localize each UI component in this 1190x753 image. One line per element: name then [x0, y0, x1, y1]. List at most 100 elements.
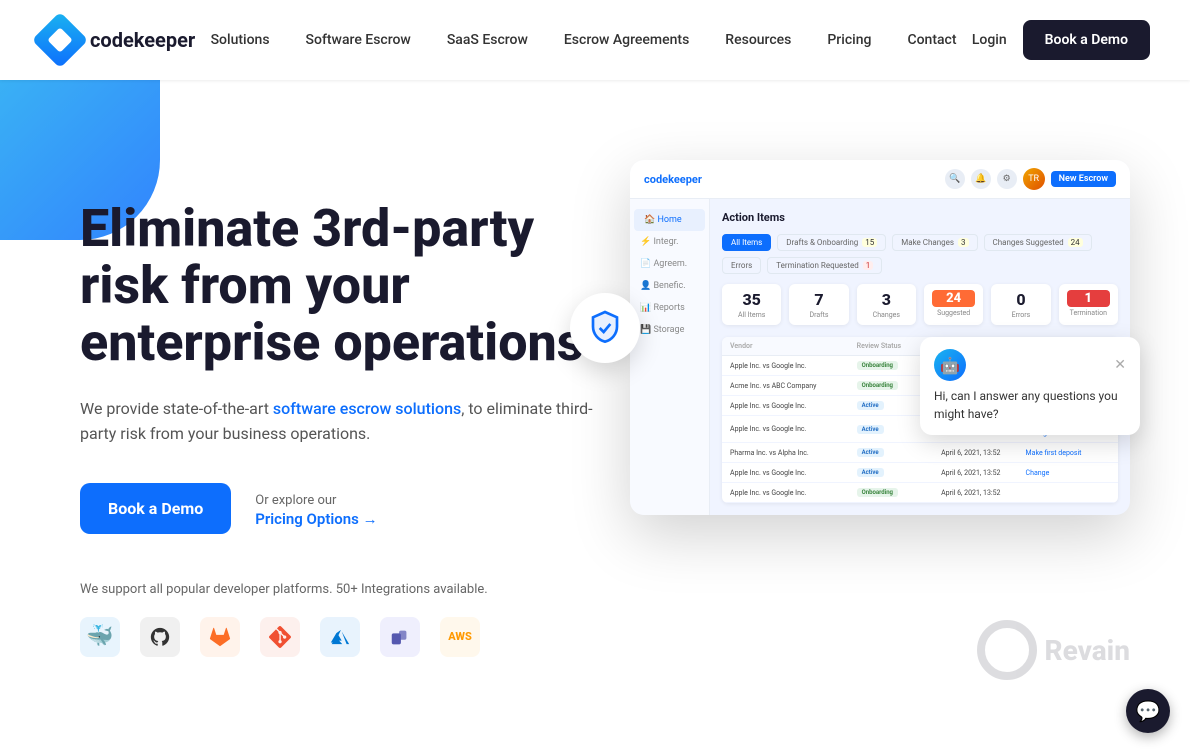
- td-status: Active: [857, 468, 941, 477]
- stat-termination: 1 Termination: [1059, 284, 1118, 325]
- sidebar-item-integrations[interactable]: ⚡ Integr.: [630, 231, 709, 253]
- hero-subtitle: We provide state-of-the-art software esc…: [80, 396, 600, 447]
- td-status: Onboarding: [857, 488, 941, 497]
- hero-right: codekeeper 🔍 🔔 ⚙ TR New Escrow 🏠 Home ⚡ …: [600, 140, 1130, 515]
- td-vendor: Apple Inc. vs Google Inc.: [730, 489, 857, 497]
- close-chat-button[interactable]: ✕: [1114, 357, 1126, 373]
- stat-term-label: Termination: [1067, 309, 1110, 317]
- dashboard-sidebar: 🏠 Home ⚡ Integr. 📄 Agreem. 👤 Benefic. 📊 …: [630, 199, 710, 515]
- action-tabs: All Items Drafts & Onboarding 15 Make Ch…: [722, 234, 1118, 274]
- stat-all-label: All Items: [730, 311, 773, 319]
- td-status: Active: [857, 448, 941, 457]
- hero-title: Eliminate 3rd-party risk from your enter…: [80, 200, 600, 372]
- teams-icon: [380, 617, 420, 657]
- bot-avatar: 🤖: [934, 349, 966, 381]
- subtitle-start: We provide state-of-the-art: [80, 399, 273, 418]
- azure-icon: [320, 617, 360, 657]
- book-demo-nav-button[interactable]: Book a Demo: [1023, 20, 1150, 60]
- nav-pricing[interactable]: Pricing: [813, 24, 885, 56]
- stat-errors-num: 0: [999, 290, 1042, 309]
- sidebar-item-beneficiary[interactable]: 👤 Benefic.: [630, 275, 709, 297]
- revain-watermark: Revain: [977, 620, 1130, 680]
- logo-diamond-inner: [47, 27, 72, 52]
- nav-escrow-agreements[interactable]: Escrow Agreements: [550, 24, 703, 56]
- tab-errors[interactable]: Errors: [722, 257, 761, 274]
- nav-links: Solutions Software Escrow SaaS Escrow Es…: [197, 24, 971, 56]
- stat-suggested: 24 Suggested: [924, 284, 983, 325]
- th-vendor: Vendor: [730, 342, 857, 350]
- nav-right: Login Book a Demo: [972, 20, 1150, 60]
- dashboard-section-title: Action Items: [722, 211, 1118, 224]
- chat-bot-overlay: 🤖 ✕ Hi, can I answer any questions you m…: [920, 337, 1140, 435]
- new-escrow-button[interactable]: New Escrow: [1051, 171, 1116, 187]
- nav-resources[interactable]: Resources: [711, 24, 805, 56]
- github-icon: [140, 617, 180, 657]
- integration-icons: 🐳 AWS: [80, 617, 600, 657]
- chat-widget-button[interactable]: 💬: [1126, 689, 1170, 733]
- td-vendor: Apple Inc. vs Google Inc.: [730, 402, 857, 410]
- td-updated: April 6, 2021, 13:52: [941, 489, 1025, 497]
- docker-icon: 🐳: [80, 617, 120, 657]
- shield-overlay: [570, 293, 640, 363]
- login-link[interactable]: Login: [972, 32, 1007, 48]
- sidebar-item-home[interactable]: 🏠 Home: [634, 209, 705, 231]
- tab-all-items[interactable]: All Items: [722, 234, 771, 251]
- stat-all-num: 35: [730, 290, 773, 309]
- bell-icon[interactable]: 🔔: [971, 169, 991, 189]
- stat-drafts-label: Drafts: [797, 311, 840, 319]
- nav-saas-escrow[interactable]: SaaS Escrow: [433, 24, 542, 56]
- pricing-options-link[interactable]: Pricing Options →: [255, 510, 377, 528]
- logo-diamond-icon: [32, 12, 89, 69]
- explore-section: Or explore our Pricing Options →: [255, 489, 377, 528]
- stat-term-num: 1: [1067, 290, 1110, 307]
- td-vendor: Apple Inc. vs Google Inc.: [730, 425, 857, 433]
- stat-changes-label: Changes: [865, 311, 908, 319]
- dashboard-top-icons: 🔍 🔔 ⚙ TR New Escrow: [945, 168, 1116, 190]
- subtitle-link[interactable]: software escrow solutions: [273, 399, 461, 418]
- explore-prefix: Or explore our: [255, 493, 336, 508]
- gitlab-icon: [200, 617, 240, 657]
- sidebar-item-reports[interactable]: 📊 Reports: [630, 297, 709, 319]
- td-updated: April 6, 2021, 13:52: [941, 469, 1025, 477]
- td-vendor: Apple Inc. vs Google Inc.: [730, 362, 857, 370]
- bot-message: Hi, can I answer any questions you might…: [934, 387, 1126, 423]
- revain-text: Revain: [1045, 634, 1130, 667]
- logo-text: codekeeper: [90, 28, 195, 52]
- stat-suggested-num: 24: [932, 290, 975, 307]
- bot-header: 🤖 ✕: [934, 349, 1126, 381]
- sidebar-item-storage[interactable]: 💾 Storage: [630, 319, 709, 341]
- tab-termination[interactable]: Termination Requested 1: [767, 257, 882, 274]
- td-vendor: Acme Inc. vs ABC Company: [730, 382, 857, 390]
- tab-drafts[interactable]: Drafts & Onboarding 15: [777, 234, 886, 251]
- nav-software-escrow[interactable]: Software Escrow: [292, 24, 425, 56]
- stat-changes: 3 Changes: [857, 284, 916, 325]
- aws-icon: AWS: [440, 617, 480, 657]
- sidebar-item-agreements[interactable]: 📄 Agreem.: [630, 253, 709, 275]
- navbar: codekeeper Solutions Software Escrow Saa…: [0, 0, 1190, 80]
- stat-drafts: 7 Drafts: [789, 284, 848, 325]
- td-action: Make first deposit: [1026, 449, 1110, 457]
- book-demo-hero-button[interactable]: Book a Demo: [80, 483, 231, 534]
- td-vendor: Apple Inc. vs Google Inc.: [730, 469, 857, 477]
- revain-circle: [977, 620, 1037, 680]
- nav-solutions[interactable]: Solutions: [197, 24, 284, 56]
- dashboard-logo: codekeeper: [644, 173, 702, 186]
- stat-drafts-num: 7: [797, 290, 840, 309]
- stat-suggested-label: Suggested: [932, 309, 975, 317]
- td-action: Change: [1026, 469, 1110, 477]
- stat-errors-label: Errors: [999, 311, 1042, 319]
- td-updated: April 6, 2021, 13:52: [941, 449, 1025, 457]
- stat-all-items: 35 All Items: [722, 284, 781, 325]
- nav-contact[interactable]: Contact: [893, 24, 970, 56]
- user-avatar[interactable]: TR: [1023, 168, 1045, 190]
- stats-row: 35 All Items 7 Drafts 3 Changes 24: [722, 284, 1118, 325]
- git-icon: [260, 617, 300, 657]
- tab-make-changes[interactable]: Make Changes 3: [892, 234, 977, 251]
- integrations-text: We support all popular developer platfor…: [80, 582, 600, 597]
- gear-icon[interactable]: ⚙: [997, 169, 1017, 189]
- search-icon[interactable]: 🔍: [945, 169, 965, 189]
- logo-link[interactable]: codekeeper: [40, 20, 195, 60]
- hero-cta-row: Book a Demo Or explore our Pricing Optio…: [80, 483, 600, 534]
- tab-changes-suggested[interactable]: Changes Suggested 24: [984, 234, 1092, 251]
- stat-errors: 0 Errors: [991, 284, 1050, 325]
